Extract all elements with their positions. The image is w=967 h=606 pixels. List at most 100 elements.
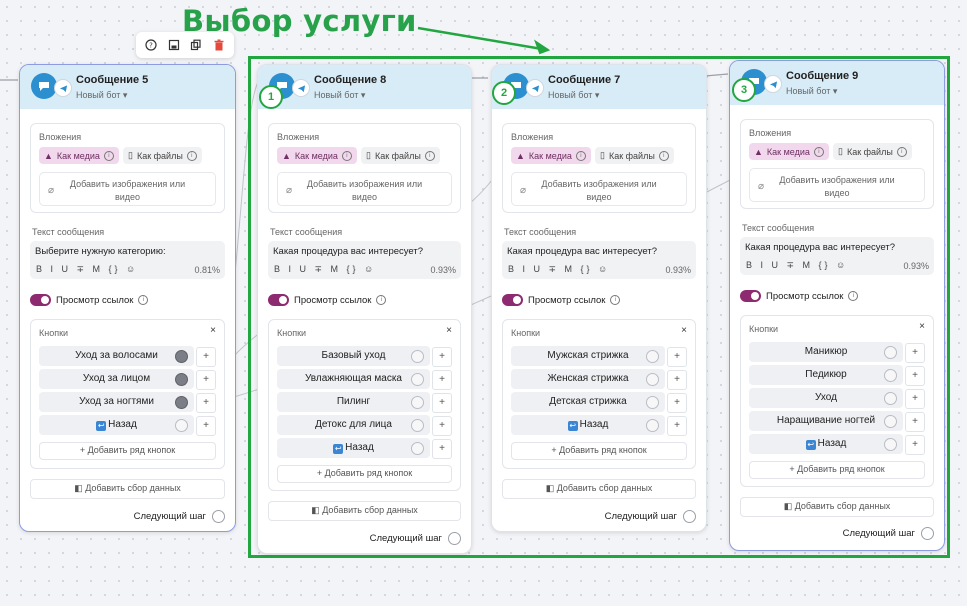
button-label[interactable]: Женская стрижка [511, 369, 665, 389]
add-data-collect[interactable]: ◧ Добавить сбор данных [740, 497, 934, 517]
save-icon[interactable] [166, 37, 182, 53]
next-step-handle[interactable] [683, 510, 696, 523]
connector-handle[interactable] [411, 419, 424, 432]
close-icon[interactable]: × [919, 321, 925, 332]
add-button-icon[interactable]: + [432, 416, 452, 436]
button-row[interactable]: Детская стрижка + [511, 392, 687, 413]
add-button-icon[interactable]: + [667, 370, 687, 390]
add-button-icon[interactable]: + [196, 347, 216, 367]
connector-handle[interactable] [175, 396, 188, 409]
button-row[interactable]: Базовый уход + [277, 346, 452, 367]
add-button-row[interactable]: + Добавить ряд кнопок [277, 465, 452, 483]
add-data-collect[interactable]: ◧ Добавить сбор данных [30, 479, 225, 499]
button-label[interactable]: Базовый уход [277, 346, 430, 366]
button-label[interactable]: Пилинг [277, 392, 430, 412]
next-step[interactable]: Следующий шаг [843, 527, 934, 540]
button-row[interactable]: ↩ Назад + [511, 415, 687, 436]
connector-handle[interactable] [884, 346, 897, 359]
button-row[interactable]: ↩ Назад + [39, 415, 216, 436]
connector-handle[interactable] [884, 415, 897, 428]
preview-links-toggle[interactable] [740, 290, 761, 302]
format-toolbar[interactable]: B I U ∓ M {} ☺ [274, 264, 376, 275]
preview-links-row[interactable]: Просмотр ссылок i [740, 289, 859, 303]
add-button-row[interactable]: + Добавить ряд кнопок [511, 442, 687, 460]
message-text-input[interactable]: Выберите нужную категорию: B I U ∓ M {} … [30, 241, 225, 279]
add-button-icon[interactable]: + [905, 435, 925, 455]
add-media-dropzone[interactable]: ⌀ Добавить изображения или видео [511, 172, 687, 206]
next-step-handle[interactable] [448, 532, 461, 545]
connector-handle[interactable] [884, 438, 897, 451]
as-files-chip[interactable]: ▯ Как файлы i [595, 147, 674, 164]
button-label[interactable]: Детская стрижка [511, 392, 665, 412]
button-row[interactable]: Детокс для лица + [277, 415, 452, 436]
connector-handle[interactable] [884, 392, 897, 405]
next-step-handle[interactable] [212, 510, 225, 523]
add-media-dropzone[interactable]: ⌀ Добавить изображения или видео [39, 172, 216, 206]
add-button-icon[interactable]: + [905, 389, 925, 409]
add-button-icon[interactable]: + [432, 370, 452, 390]
button-row[interactable]: Педикюр + [749, 365, 925, 386]
connector-handle[interactable] [175, 419, 188, 432]
add-button-icon[interactable]: + [905, 366, 925, 386]
delete-icon[interactable] [211, 37, 227, 53]
as-media-chip[interactable]: ▲ Как медиа i [39, 147, 119, 164]
button-row[interactable]: Женская стрижка + [511, 369, 687, 390]
connector-handle[interactable] [411, 350, 424, 363]
button-label[interactable]: Наращивание ногтей [749, 411, 903, 431]
message-card-7[interactable]: Сообщение 7 Новый бот ▾ Вложения ▲ Как ме… [491, 64, 707, 532]
add-button-icon[interactable]: + [667, 393, 687, 413]
close-icon[interactable]: × [210, 325, 216, 336]
add-button-icon[interactable]: + [196, 393, 216, 413]
add-button-icon[interactable]: + [432, 393, 452, 413]
add-button-icon[interactable]: + [196, 416, 216, 436]
help-icon[interactable]: ? [143, 37, 159, 53]
connector-handle[interactable] [646, 419, 659, 432]
add-button-icon[interactable]: + [667, 347, 687, 367]
button-row[interactable]: Уход за волосами + [39, 346, 216, 367]
button-row[interactable]: Маникюр + [749, 342, 925, 363]
button-row[interactable]: Мужская стрижка + [511, 346, 687, 367]
back-button[interactable]: ↩ Назад [749, 434, 903, 454]
connector-handle[interactable] [411, 442, 424, 455]
button-label[interactable]: Маникюр [749, 342, 903, 362]
connector-handle[interactable] [175, 350, 188, 363]
connector-handle[interactable] [646, 350, 659, 363]
close-icon[interactable]: × [446, 325, 452, 336]
back-button[interactable]: ↩ Назад [511, 415, 665, 435]
connector-handle[interactable] [646, 373, 659, 386]
back-button[interactable]: ↩ Назад [39, 415, 194, 435]
message-card-8[interactable]: Сообщение 8 Новый бот ▾ Вложения ▲ Как ме… [257, 64, 472, 554]
button-row[interactable]: Увлажняющая маска + [277, 369, 452, 390]
message-text-input[interactable]: Какая процедура вас интересует? B I U ∓ … [502, 241, 696, 279]
button-row[interactable]: Уход за ногтями + [39, 392, 216, 413]
add-button-icon[interactable]: + [667, 416, 687, 436]
next-step[interactable]: Следующий шаг [370, 532, 461, 545]
add-button-icon[interactable]: + [196, 370, 216, 390]
button-label[interactable]: Педикюр [749, 365, 903, 385]
button-label[interactable]: Уход за ногтями [39, 392, 194, 412]
preview-links-row[interactable]: Просмотр ссылок i [502, 293, 621, 307]
add-media-dropzone[interactable]: ⌀ Добавить изображения или видео [277, 172, 452, 206]
add-button-icon[interactable]: + [905, 343, 925, 363]
add-button-icon[interactable]: + [432, 439, 452, 459]
add-data-collect[interactable]: ◧ Добавить сбор данных [502, 479, 696, 499]
message-card-5[interactable]: Сообщение 5 Новый бот ▾ Вложения ▲ Как ме… [19, 64, 236, 532]
bot-selector[interactable]: Новый бот ▾ [786, 86, 837, 97]
as-files-chip[interactable]: ▯ Как файлы i [833, 143, 912, 160]
button-row[interactable]: Пилинг + [277, 392, 452, 413]
as-files-chip[interactable]: ▯ Как файлы i [123, 147, 202, 164]
message-card-9[interactable]: Сообщение 9 Новый бот ▾ Вложения ▲ Как ме… [729, 60, 945, 551]
preview-links-row[interactable]: Просмотр ссылок i [268, 293, 387, 307]
button-label[interactable]: Детокс для лица [277, 415, 430, 435]
connector-handle[interactable] [646, 396, 659, 409]
message-text-input[interactable]: Какая процедура вас интересует? B I U ∓ … [740, 237, 934, 275]
next-step[interactable]: Следующий шаг [605, 510, 696, 523]
preview-links-toggle[interactable] [502, 294, 523, 306]
add-button-row[interactable]: + Добавить ряд кнопок [749, 461, 925, 479]
connector-handle[interactable] [175, 373, 188, 386]
button-row[interactable]: Наращивание ногтей + [749, 411, 925, 432]
bot-selector[interactable]: Новый бот ▾ [314, 90, 365, 101]
message-text-input[interactable]: Какая процедура вас интересует? B I U ∓ … [268, 241, 461, 279]
add-button-icon[interactable]: + [905, 412, 925, 432]
as-media-chip[interactable]: ▲ Как медиа i [277, 147, 357, 164]
